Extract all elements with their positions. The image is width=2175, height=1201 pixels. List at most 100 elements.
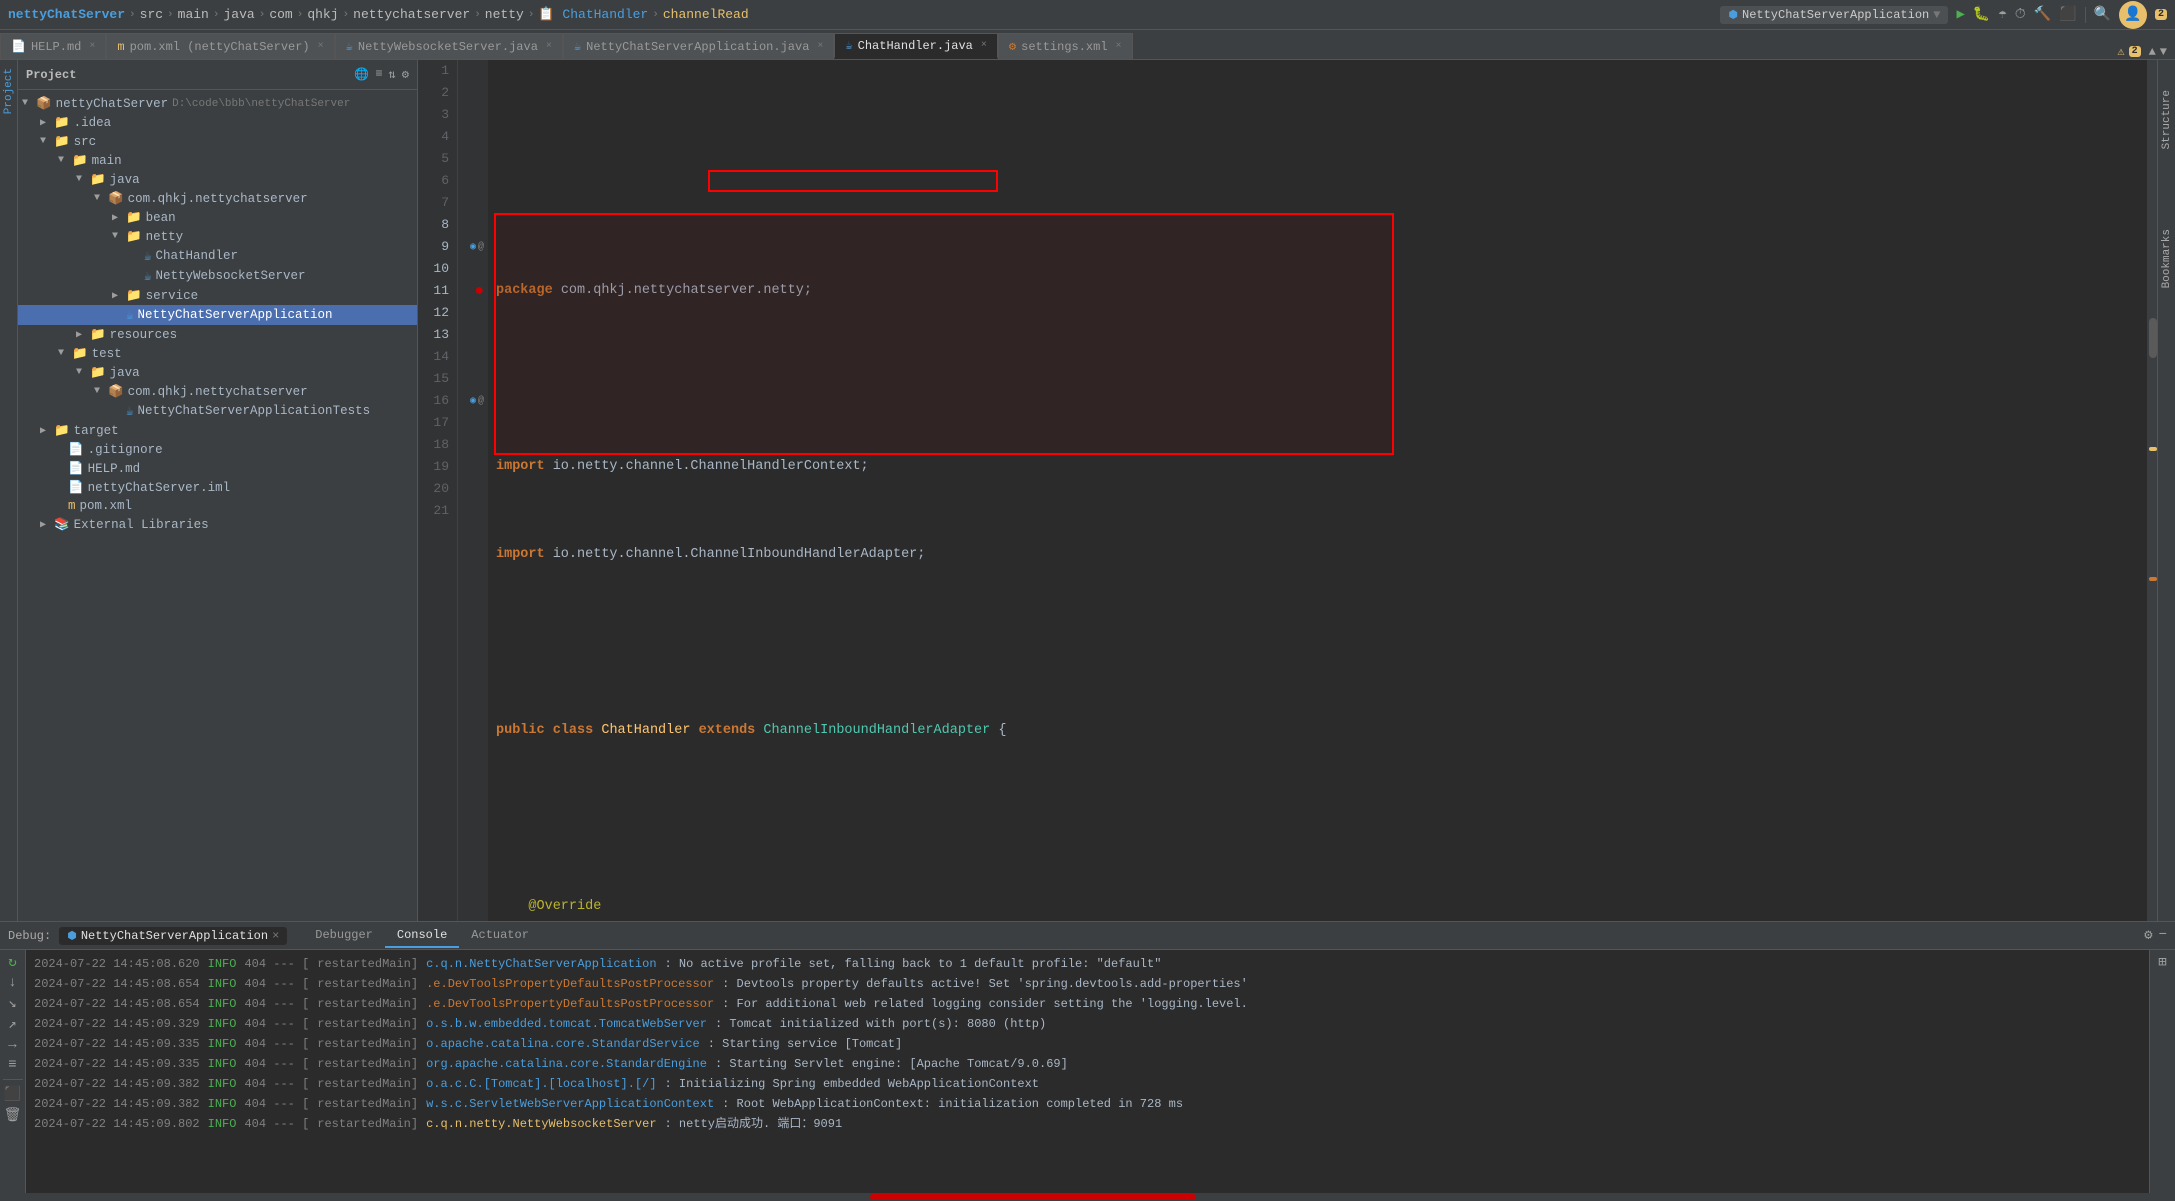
settings-icon[interactable]: ⚙ — [2144, 927, 2152, 944]
sidebar-title: Project — [26, 68, 76, 82]
session-icon: ⬢ — [67, 929, 77, 943]
tree-nettyws[interactable]: ▶ ☕ NettyWebsocketServer — [18, 266, 417, 286]
run-config[interactable]: ⬢ NettyChatServerApplication ▼ — [1720, 6, 1948, 24]
code-area[interactable]: 1 2 3 4 5 6 7 8 9 10 11 12 13 14 15 16 1… — [418, 60, 2157, 921]
console-log[interactable]: 2024-07-22 14:45:08.620 INFO 404 --- [ r… — [26, 950, 2149, 1193]
top-bar: nettyChatServer › src › main › java › co… — [0, 0, 2175, 30]
step-out-icon[interactable]: ↗ — [8, 1016, 16, 1033]
tree-test-java[interactable]: ▼ 📁 java — [18, 363, 417, 382]
tab-close[interactable]: × — [817, 41, 823, 52]
tree-bean[interactable]: ▶ 📁 bean — [18, 208, 417, 227]
package-icon: 📦 — [108, 384, 124, 399]
scope-icon[interactable]: 🌐 — [354, 67, 369, 82]
breakpoint-icon[interactable]: ● — [474, 282, 484, 300]
collapse-all-icon[interactable]: ≡ — [375, 67, 382, 82]
project-name[interactable]: nettyChatServer — [8, 7, 125, 22]
java-folder-icon: 📁 — [90, 172, 106, 187]
minimize-panel-icon[interactable]: − — [2159, 927, 2167, 944]
debug-button[interactable]: 🐛 — [1973, 6, 1990, 23]
divider — [2085, 7, 2086, 23]
tab-close[interactable]: × — [318, 41, 324, 52]
tree-test[interactable]: ▼ 📁 test — [18, 344, 417, 363]
tree-chathandler[interactable]: ▶ ☕ ChatHandler — [18, 246, 417, 266]
tree-ext-libs[interactable]: ▶ 📚 External Libraries — [18, 515, 417, 534]
structure-label[interactable]: Structure — [2161, 90, 2173, 149]
coverage-button[interactable]: ☂ — [1998, 6, 2006, 23]
trash-icon[interactable]: 🗑 — [4, 1107, 22, 1124]
tree-label: External Libraries — [74, 518, 209, 532]
tab-settings[interactable]: ⚙ settings.xml × — [998, 33, 1133, 59]
tab-close[interactable]: × — [89, 41, 95, 52]
tree-label: resources — [110, 328, 178, 342]
tab-close[interactable]: × — [981, 40, 987, 51]
search-button[interactable]: 🔍 — [2094, 6, 2111, 23]
breadcrumb: nettyChatServer › src › main › java › co… — [8, 7, 749, 22]
profile-button[interactable]: ⏱ — [2015, 7, 2026, 23]
resume-icon[interactable]: ↻ — [8, 954, 16, 971]
log-entry: 2024-07-22 14:45:09.382 INFO 404 --- [ r… — [34, 1094, 2141, 1114]
step-into-icon[interactable]: ↘ — [8, 995, 16, 1012]
tree-label: nettyChatServer.iml — [88, 481, 231, 495]
tree-src[interactable]: ▼ 📁 src — [18, 132, 417, 151]
tree-gitignore[interactable]: ▶ 📄 .gitignore — [18, 440, 417, 459]
stop-button[interactable]: ⬛ — [2059, 6, 2076, 23]
tree-idea[interactable]: ▶ 📁 .idea — [18, 113, 417, 132]
override-mark: ◉ — [470, 395, 476, 407]
tree-label: target — [74, 424, 119, 438]
tree-iml[interactable]: ▶ 📄 nettyChatServer.iml — [18, 478, 417, 497]
expand-icon[interactable]: ▲ — [2149, 45, 2156, 59]
minimize-icon[interactable]: ▼ — [2160, 45, 2167, 59]
tree-arrow: ▶ — [112, 290, 126, 302]
project-tab-label[interactable]: Project — [3, 68, 15, 114]
debug-session[interactable]: ⬢ NettyChatServerApplication × — [59, 927, 287, 945]
tree-label: service — [146, 289, 199, 303]
code-line-5 — [496, 632, 2139, 654]
log-entry: 2024-07-22 14:45:09.329 INFO 404 --- [ r… — [34, 1014, 2141, 1034]
build-button[interactable]: 🔨 — [2034, 6, 2051, 23]
sort-icon[interactable]: ⇅ — [389, 67, 396, 82]
tree-package[interactable]: ▼ 📦 com.qhkj.nettychatserver — [18, 189, 417, 208]
gitignore-icon: 📄 — [68, 442, 84, 457]
run-button[interactable]: ▶ — [1956, 6, 1964, 23]
tree-help[interactable]: ▶ 📄 HELP.md — [18, 459, 417, 478]
session-close[interactable]: × — [272, 929, 279, 943]
expand-icon[interactable]: ⊞ — [2158, 954, 2166, 971]
tab-app[interactable]: ☕ NettyChatServerApplication.java × — [563, 33, 835, 59]
tab-close[interactable]: × — [1116, 41, 1122, 52]
step-over-icon[interactable]: ↓ — [8, 975, 16, 991]
folder-icon: 📁 — [54, 423, 70, 438]
actuator-tab[interactable]: Actuator — [459, 924, 541, 948]
user-avatar[interactable]: 👤 — [2119, 1, 2147, 29]
tab-help[interactable]: 📄 HELP.md × — [0, 33, 106, 59]
tree-app-tests[interactable]: ▶ ☕ NettyChatServerApplicationTests — [18, 401, 417, 421]
right-scrollbar[interactable] — [2147, 60, 2157, 921]
bottom-scrollbar[interactable] — [0, 1193, 2175, 1201]
folder-icon: 📁 — [126, 288, 142, 303]
console-tab[interactable]: Console — [385, 924, 459, 948]
tree-pom[interactable]: ▶ m pom.xml — [18, 497, 417, 515]
tab-chathandler[interactable]: ☕ ChatHandler.java × — [834, 33, 997, 59]
tab-close[interactable]: × — [546, 41, 552, 52]
tree-service[interactable]: ▶ 📁 service — [18, 286, 417, 305]
tree-label: .gitignore — [88, 443, 163, 457]
tree-test-package[interactable]: ▼ 📦 com.qhkj.nettychatserver — [18, 382, 417, 401]
debugger-tab[interactable]: Debugger — [303, 924, 385, 948]
tab-label: settings.xml — [1021, 40, 1107, 54]
tree-root[interactable]: ▼ 📦 nettyChatServer D:\code\bbb\nettyCha… — [18, 94, 417, 113]
bookmarks-label[interactable]: Bookmarks — [2161, 229, 2173, 288]
tree-label: HELP.md — [88, 462, 141, 476]
gear-icon[interactable]: ⚙ — [402, 67, 409, 82]
tab-pom[interactable]: m pom.xml (nettyChatServer) × — [106, 33, 334, 59]
tree-java[interactable]: ▼ 📁 java — [18, 170, 417, 189]
tree-target[interactable]: ▶ 📁 target — [18, 421, 417, 440]
evaluate-icon[interactable]: ≡ — [8, 1057, 16, 1073]
tree-main[interactable]: ▼ 📁 main — [18, 151, 417, 170]
tree-resources[interactable]: ▶ 📁 resources — [18, 325, 417, 344]
code-content[interactable]: package com.qhkj.nettychatserver.netty; … — [488, 60, 2147, 921]
warning-icon: ⚠ — [2117, 44, 2124, 59]
tab-netty-ws[interactable]: ☕ NettyWebsocketServer.java × — [335, 33, 563, 59]
tree-main-app[interactable]: ▶ ☕ NettyChatServerApplication — [18, 305, 417, 325]
run-to-cursor-icon[interactable]: → — [8, 1037, 16, 1053]
stop-debug-icon[interactable]: ⬛ — [4, 1086, 21, 1103]
tree-netty[interactable]: ▼ 📁 netty — [18, 227, 417, 246]
